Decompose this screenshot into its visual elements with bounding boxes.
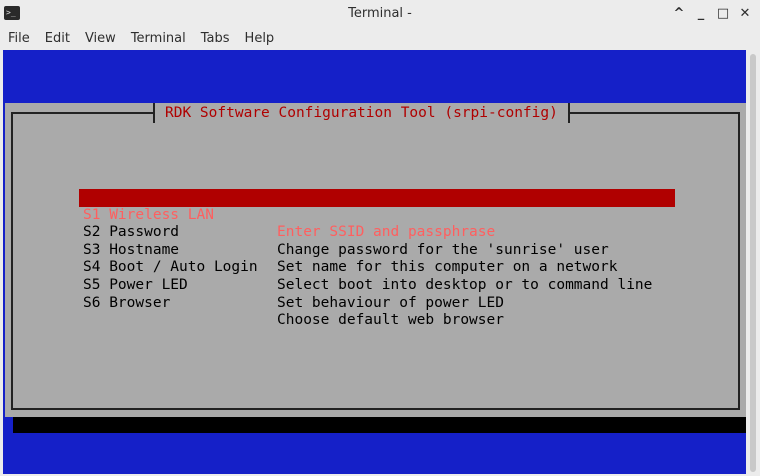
maximize-button[interactable]: □ — [712, 3, 734, 25]
menu-row-password[interactable]: S2 Password Change password for the 'sun… — [79, 207, 675, 258]
menu-view[interactable]: View — [77, 28, 123, 50]
config-dialog: RDK Software Configuration Tool (srpi-co… — [5, 103, 746, 435]
menu-row-hostname[interactable]: S3 Hostname Set name for this computer o… — [79, 224, 675, 276]
menu-file[interactable]: File — [0, 28, 37, 50]
dialog-shadow — [13, 417, 746, 433]
terminal-scrollbar[interactable] — [746, 50, 760, 476]
menu-row-desc: Choose default web browser — [277, 312, 504, 329]
title-bar[interactable]: >_ Terminal - ^ _ □ ✕ — [0, 0, 760, 28]
config-menu-list: S1 Wireless LAN Enter SSID and passphras… — [79, 189, 675, 329]
window-controls: ^ _ □ ✕ — [668, 0, 756, 28]
shade-button[interactable]: ^ — [668, 3, 690, 25]
menu-help[interactable]: Help — [237, 28, 282, 50]
terminal-area[interactable]: RDK Software Configuration Tool (srpi-co… — [3, 50, 746, 474]
menu-edit[interactable]: Edit — [37, 28, 77, 50]
menu-terminal[interactable]: Terminal — [123, 28, 193, 50]
menu-bar: File Edit View Terminal Tabs Help — [0, 28, 760, 50]
menu-row-key: S6 Browser — [83, 294, 171, 311]
menu-row-boot-auto-login[interactable]: S4 Boot / Auto Login Select boot into de… — [79, 242, 675, 293]
dialog-title: RDK Software Configuration Tool (srpi-co… — [153, 103, 570, 123]
menu-tabs[interactable]: Tabs — [193, 28, 237, 50]
menu-row-desc: Set behaviour of power LED — [277, 294, 504, 311]
terminal-window: >_ Terminal - ^ _ □ ✕ File Edit View Ter… — [0, 0, 760, 476]
menu-row-power-led[interactable]: S5 Power LED Set behaviour of power LED — [79, 259, 675, 311]
close-button[interactable]: ✕ — [734, 3, 756, 25]
minimize-button[interactable]: _ — [690, 3, 712, 25]
window-title: Terminal - — [348, 6, 412, 21]
menu-row-browser[interactable]: S6 Browser Choose default web browser — [79, 277, 675, 329]
menu-row-wireless-lan[interactable]: S1 Wireless LAN Enter SSID and passphras… — [79, 189, 675, 240]
scrollbar-thumb[interactable] — [750, 54, 756, 472]
